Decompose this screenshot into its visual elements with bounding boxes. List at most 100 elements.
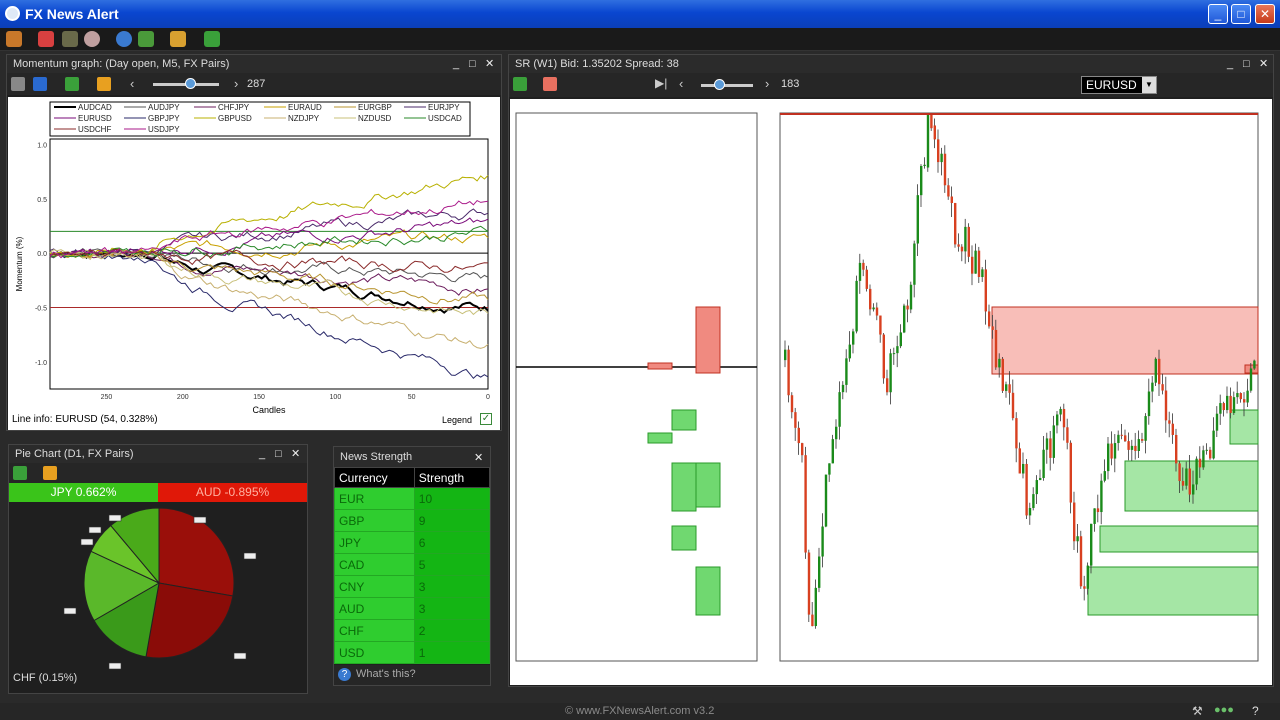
- candle-body: [1141, 439, 1144, 441]
- pie-title: Pie Chart (D1, FX Pairs): [15, 448, 134, 460]
- panel-minimize-button[interactable]: _: [259, 445, 265, 463]
- candle-body: [1147, 391, 1151, 417]
- candle-body: [899, 332, 902, 347]
- panel-close-button[interactable]: ✕: [485, 55, 494, 73]
- candle-body: [1161, 384, 1164, 391]
- close-button[interactable]: ✕: [1255, 4, 1275, 24]
- candle-body: [1195, 458, 1198, 485]
- series-line-gbpusd: [49, 175, 489, 257]
- y-tick-label: 1.0: [37, 142, 47, 149]
- currency-icon[interactable]: [43, 466, 57, 480]
- candle-body: [1083, 586, 1086, 589]
- legend-checkbox[interactable]: ✓: [480, 413, 492, 425]
- currency-cell: EUR: [334, 487, 415, 510]
- currency-icon[interactable]: [97, 77, 111, 91]
- candle-body: [814, 587, 817, 627]
- sr-chart-area: [510, 99, 1272, 685]
- app-icon: [5, 6, 20, 21]
- wand-icon[interactable]: [6, 31, 22, 47]
- news-footer: ? What's this?: [334, 665, 490, 685]
- chevron-down-icon[interactable]: ▼: [1142, 77, 1156, 93]
- candle-body: [926, 115, 930, 168]
- panel-close-button[interactable]: ✕: [1259, 55, 1268, 73]
- candle-body: [1028, 507, 1032, 516]
- link-icon[interactable]: [204, 31, 220, 47]
- candle-body: [1239, 393, 1242, 400]
- panel-minimize-button[interactable]: _: [453, 55, 459, 73]
- panel-maximize-button[interactable]: □: [1243, 55, 1250, 73]
- candle-body: [862, 262, 865, 270]
- status-dots-icon: ●●●: [1214, 704, 1234, 716]
- folder-icon[interactable]: [170, 31, 186, 47]
- copy-icon[interactable]: [11, 77, 25, 91]
- news-header: News Strength ✕: [334, 447, 490, 467]
- candle-body: [1124, 435, 1127, 442]
- slider-value: 183: [781, 78, 800, 90]
- help-icon[interactable]: ?: [1252, 704, 1259, 718]
- maximize-button[interactable]: □: [1231, 4, 1251, 24]
- chart-icon[interactable]: [62, 31, 78, 47]
- candle-body: [1045, 438, 1049, 450]
- panel-minimize-button[interactable]: _: [1227, 55, 1233, 73]
- candle-body: [1151, 382, 1154, 392]
- help-icon[interactable]: ?: [338, 668, 351, 681]
- candle-body: [1219, 403, 1222, 414]
- candle-body: [1008, 384, 1011, 393]
- candle-body: [841, 384, 845, 393]
- support-bar: [671, 409, 697, 431]
- panel-maximize-button[interactable]: □: [275, 445, 282, 463]
- strength-cell: 3: [413, 575, 491, 598]
- candle-body: [1005, 384, 1008, 391]
- strength-cell: 10: [413, 487, 491, 510]
- series-line-eurusd: [49, 217, 489, 258]
- line-info: Line info: EURUSD (54, 0.328%): [12, 414, 158, 425]
- next-icon[interactable]: ›: [234, 76, 238, 91]
- megaphone-icon[interactable]: [38, 31, 54, 47]
- candle-body: [879, 315, 882, 335]
- candle-body: [1120, 434, 1123, 436]
- prev-icon[interactable]: ‹: [679, 76, 683, 91]
- panel-close-button[interactable]: ✕: [474, 448, 483, 468]
- play-icon[interactable]: [33, 77, 47, 91]
- candle-body: [1117, 434, 1120, 444]
- candle-body: [811, 614, 814, 627]
- candle-body: [1032, 494, 1035, 508]
- candle-body: [1001, 358, 1004, 391]
- candle-body: [1039, 477, 1042, 481]
- status-bar: © www.FXNewsAlert.com v3.2 ⚒ ●●● ?: [0, 703, 1280, 720]
- series-line-nzdusd: [49, 249, 489, 316]
- excel-icon[interactable]: [513, 77, 527, 91]
- candle-body: [872, 307, 875, 310]
- prev-icon[interactable]: ‹: [130, 76, 134, 91]
- eye-icon[interactable]: [84, 31, 100, 47]
- ie-icon[interactable]: [116, 31, 132, 47]
- wrench-icon[interactable]: ⚒: [1192, 704, 1203, 718]
- candle-body: [1134, 445, 1137, 451]
- legend-item: EURJPY: [428, 103, 460, 112]
- slider-thumb[interactable]: [185, 78, 196, 89]
- minimize-button[interactable]: _: [1208, 4, 1228, 24]
- color-icon[interactable]: [543, 77, 557, 91]
- x-tick-label: 250: [101, 394, 113, 401]
- excel-icon[interactable]: [13, 466, 27, 480]
- skip-end-icon[interactable]: ▶|: [655, 76, 667, 90]
- candle-body: [845, 358, 848, 385]
- next-icon[interactable]: ›: [765, 76, 769, 91]
- sr-slider[interactable]: [701, 84, 753, 87]
- y-tick-label: -0.5: [35, 305, 47, 312]
- candle-body: [937, 139, 940, 163]
- symbol-select[interactable]: EURUSD ▼: [1081, 76, 1157, 94]
- candle-body: [1205, 449, 1208, 451]
- panel-close-button[interactable]: ✕: [291, 445, 300, 463]
- slider-thumb[interactable]: [714, 79, 725, 90]
- whats-this-link[interactable]: What's this?: [356, 668, 416, 680]
- momentum-chart: AUDCAD AUDJPY CHFJPY EURAUD EURGBP EURJPY EURU…: [15, 101, 490, 415]
- panel-maximize-button[interactable]: □: [469, 55, 476, 73]
- excel-icon[interactable]: [65, 77, 79, 91]
- table-row: JPY 6: [334, 531, 491, 554]
- tree-icon[interactable]: [138, 31, 154, 47]
- candle-body: [930, 115, 933, 129]
- legend-item: USDCAD: [428, 114, 462, 123]
- news-panel: News Strength ✕ Currency Strength EUR 10 …: [333, 446, 491, 686]
- candle-body: [1226, 395, 1229, 411]
